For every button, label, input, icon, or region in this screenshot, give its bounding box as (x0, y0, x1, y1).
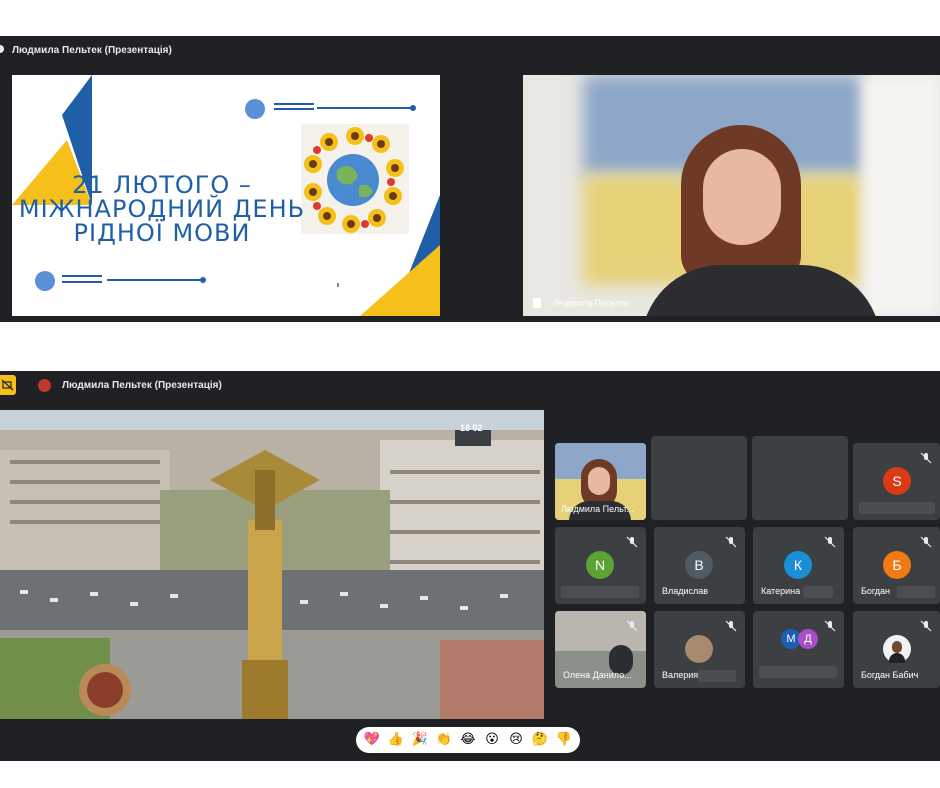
participant-photo-avatar (883, 635, 911, 663)
name-blur (698, 670, 736, 682)
bottom-window-title: Людмила Пельтек (Презентація) (62, 380, 222, 391)
reaction-thumbs-up-icon[interactable]: 👍 (386, 730, 406, 750)
slide-line-bottom-2 (62, 281, 102, 283)
sunflower-globe-image (301, 124, 409, 234)
name-blur (561, 586, 639, 598)
name-blur (897, 586, 935, 598)
slide-line-top (274, 103, 314, 105)
mic-off-icon (920, 451, 932, 464)
mic-off-icon (920, 535, 932, 548)
mouse-cursor-icon (337, 283, 339, 287)
clock-tower-text: 18 02 (460, 423, 483, 433)
mic-off-icon (824, 535, 836, 548)
name-blur (859, 502, 935, 514)
top-title-bar: Людмила Пельтек (Презентація) (0, 36, 940, 64)
participant-name: Олена Данило... (563, 670, 632, 680)
participant-avatar-b: Б (883, 551, 911, 579)
participant-tile-bohdan-babych[interactable]: Богдан Бабич (853, 611, 940, 688)
slide-line-top-3 (317, 107, 413, 109)
name-blur (759, 666, 837, 678)
speaker-name-label: Людмила Пельтек (553, 298, 629, 308)
bottom-title-bar: Людмила Пельтек (Презентація) (0, 371, 940, 399)
participant-tile-olena[interactable]: Олена Данило... (555, 611, 646, 688)
camera-off-icon[interactable] (0, 375, 16, 395)
slide-title: 21 ЛЮТОГО – МІЖНАРОДНИЙ ДЕНЬ РІДНОЇ МОВИ (12, 173, 312, 245)
presenter-avatar (38, 379, 51, 392)
participant-avatar-n: N (586, 551, 614, 579)
participant-tile-s[interactable]: S (853, 443, 940, 520)
mic-off-icon (626, 535, 638, 548)
participant-tile-valeria[interactable]: Валерия (654, 611, 745, 688)
mic-off-icon (725, 535, 737, 548)
reaction-heart-icon[interactable]: 💖 (362, 730, 382, 750)
reaction-surprised-icon[interactable]: 😮 (482, 730, 502, 750)
participant-tile-empty-2[interactable] (752, 436, 848, 520)
present-indicator-icon (0, 45, 4, 53)
shared-video: 18 02 (0, 410, 544, 719)
slide-title-line-3: РІДНОЇ МОВИ (73, 219, 251, 247)
slide-line-dot-top (410, 105, 416, 111)
name-blur (803, 586, 833, 598)
participant-tile-n[interactable]: N (555, 527, 646, 604)
participant-name: Людмила Пельт... (561, 504, 634, 514)
participant-avatar-s: S (883, 467, 911, 495)
participant-tile-kateryna[interactable]: К Катерина (753, 527, 844, 604)
reaction-laugh-icon[interactable]: 😂 (458, 730, 478, 750)
reaction-thumbs-down-icon[interactable]: 👎 (554, 730, 574, 750)
participant-avatar-k: К (784, 551, 812, 579)
slide-title-line-2: МІЖНАРОДНИЙ ДЕНЬ (18, 195, 306, 223)
kyiv-square-scene (0, 410, 544, 719)
participant-name: Владислав (662, 586, 709, 596)
participant-photo-avatar (685, 635, 713, 663)
slide-line-bottom (62, 275, 102, 277)
participant-name: Валерия (662, 670, 699, 680)
presentation-slide: 21 ЛЮТОГО – МІЖНАРОДНИЙ ДЕНЬ РІДНОЇ МОВИ (12, 75, 440, 316)
participant-tile-vladyslav[interactable]: В Владислав (654, 527, 745, 604)
participant-name: Катерина (761, 586, 801, 596)
mic-off-icon (626, 619, 638, 632)
reaction-sad-icon[interactable]: 😢 (506, 730, 526, 750)
speaker-person (641, 115, 891, 316)
mic-off-icon (725, 619, 737, 632)
participant-name: Богдан Бабич (861, 670, 919, 680)
reaction-thinking-icon[interactable]: 🤔 (530, 730, 550, 750)
reaction-party-icon[interactable]: 🎉 (410, 730, 430, 750)
pin-icon[interactable] (533, 298, 541, 308)
slide-title-line-1: 21 ЛЮТОГО – (72, 171, 252, 199)
bottom-meeting-window: Людмила Пельтек (Презентація) 18 02 Людм… (0, 371, 940, 761)
slide-line-bottom-3 (107, 279, 203, 281)
slide-line-top-2 (274, 108, 314, 110)
slide-line-dot-bottom (200, 277, 206, 283)
reaction-bar: 💖 👍 🎉 👏 😂 😮 😢 🤔 👎 (356, 727, 580, 753)
participant-tile-ludmila[interactable]: Людмила Пельт... (555, 443, 646, 520)
reaction-clap-icon[interactable]: 👏 (434, 730, 454, 750)
top-window-title: Людмила Пельтек (Презентація) (12, 45, 172, 56)
mic-off-icon (920, 619, 932, 632)
participant-avatar-v: В (685, 551, 713, 579)
top-meeting-window: Людмила Пельтек (Презентація) 21 ЛЮТОГО … (0, 36, 940, 322)
participant-name: Богдан (861, 586, 891, 596)
participant-tile-bohdan[interactable]: Б Богдан (853, 527, 940, 604)
speaker-video-tile[interactable]: Людмила Пельтек (523, 75, 940, 316)
participant-tile-md[interactable]: М Д (753, 611, 844, 688)
participant-tile-empty-1[interactable] (651, 436, 747, 520)
participant-avatar-d: Д (798, 629, 818, 649)
mic-off-icon (824, 619, 836, 632)
